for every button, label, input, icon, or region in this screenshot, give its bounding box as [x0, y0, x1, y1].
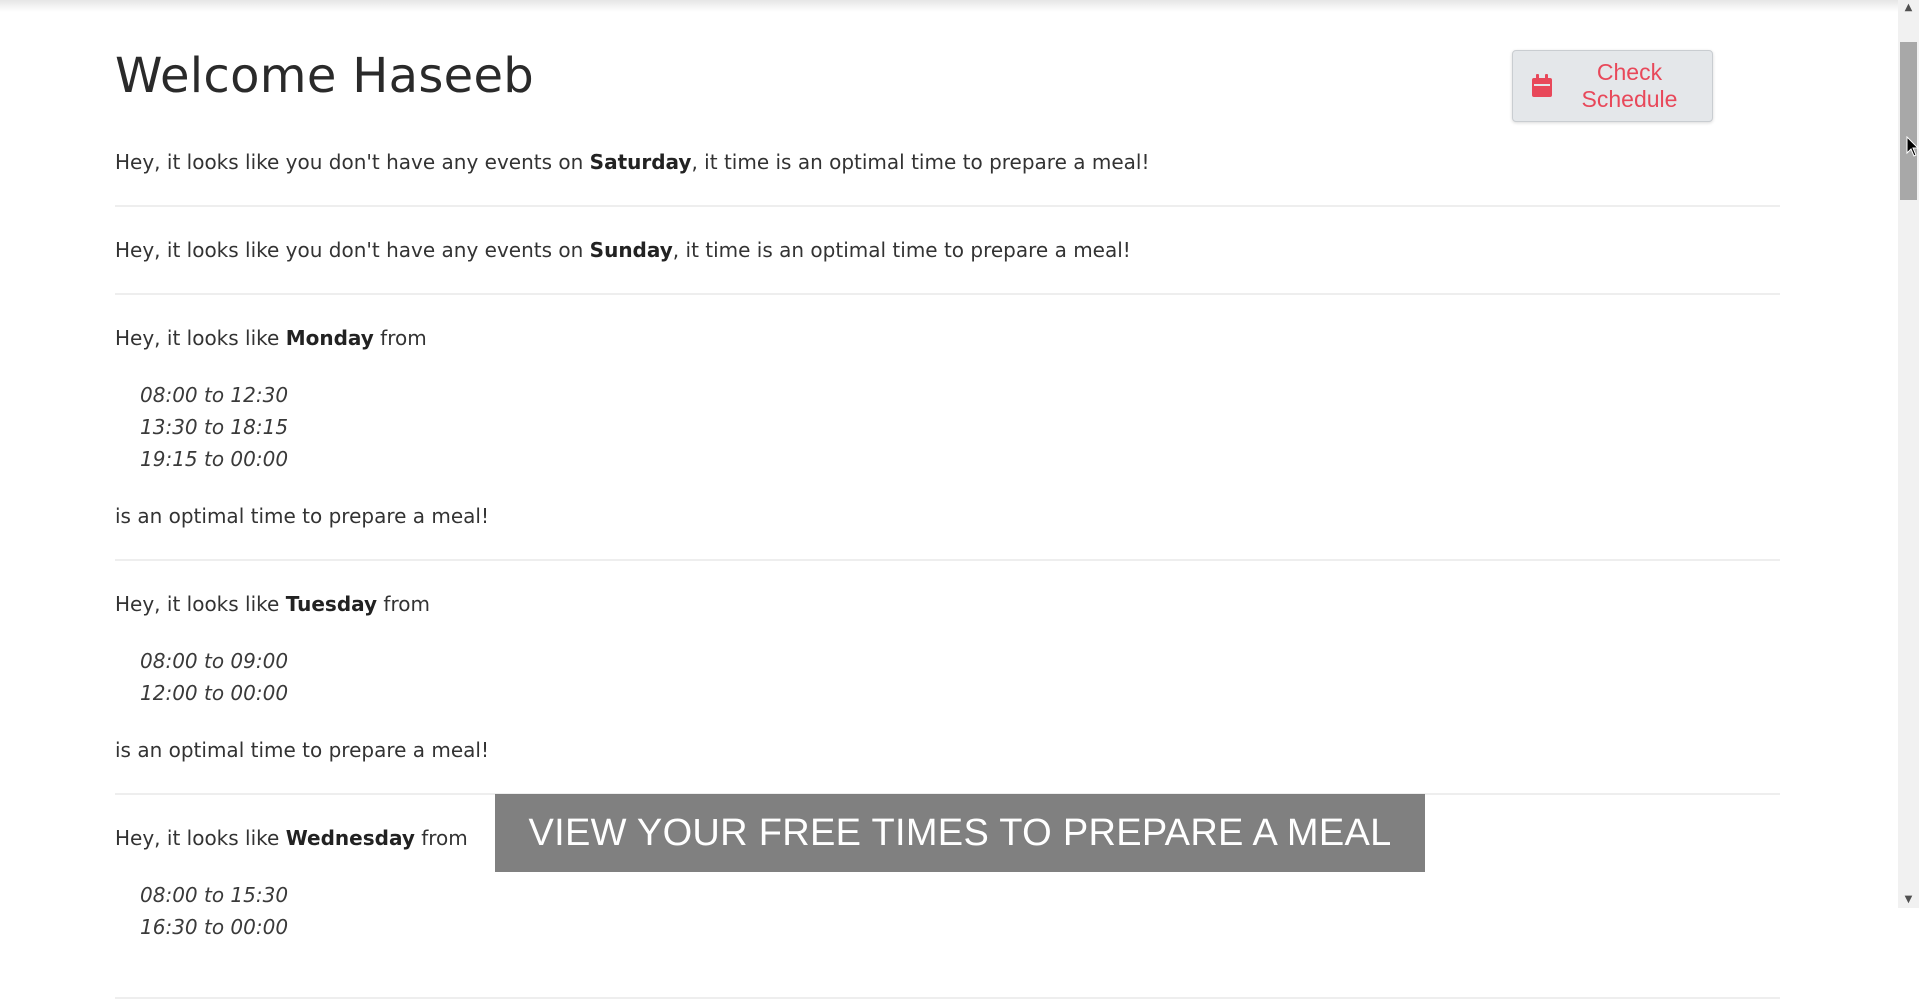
check-schedule-button[interactable]: Check Schedule [1512, 50, 1713, 122]
list-item-tuesday: Hey, it looks like Tuesday from 08:00 to… [115, 561, 1780, 795]
page-title: Welcome Haseeb [115, 48, 535, 104]
closing-text: is an optimal time to prepare a meal! [115, 504, 489, 528]
check-schedule-label: Check Schedule [1581, 59, 1678, 112]
scroll-thumb[interactable] [1900, 42, 1917, 200]
day-name: Monday [285, 326, 374, 350]
sentence-suffix: from [377, 592, 430, 616]
sentence-prefix: Hey, it looks like [115, 826, 286, 850]
scroll-up-arrow-icon[interactable]: ▲ [1898, 0, 1919, 16]
sentence-prefix: Hey, it looks like [115, 326, 286, 350]
list-item-monday: Hey, it looks like Monday from 08:00 to … [115, 295, 1780, 561]
time-ranges: 08:00 to 15:30 16:30 to 00:00 [140, 879, 1780, 943]
time-range: 08:00 to 15:30 [140, 883, 289, 907]
closing-text: is an optimal time to prepare a meal! [115, 738, 489, 762]
day-name: Sunday [589, 238, 673, 262]
sentence-prefix: Hey, it looks like you don't have any ev… [115, 150, 590, 174]
top-shadow [0, 0, 1898, 12]
video-caption: VIEW YOUR FREE TIMES TO PREPARE A MEAL [495, 794, 1425, 872]
event-sentence: Hey, it looks like you don't have any ev… [115, 235, 1780, 265]
day-name: Wednesday [285, 826, 415, 850]
sentence-suffix: , it time is an optimal time to prepare … [691, 150, 1150, 174]
event-sentence: Hey, it looks like Tuesday from [115, 589, 1780, 619]
sentence-prefix: Hey, it looks like [115, 592, 286, 616]
calendar-icon [1531, 74, 1553, 98]
sentence-prefix: Hey, it looks like you don't have any ev… [115, 238, 590, 262]
sentence-suffix: , it time is an optimal time to prepare … [672, 238, 1131, 262]
sentence-suffix: from [373, 326, 427, 350]
list-item-sunday: Hey, it looks like you don't have any ev… [115, 207, 1780, 295]
time-range: 08:00 to 12:30 [140, 383, 289, 407]
time-range: 08:00 to 09:00 [140, 649, 289, 673]
day-name: Tuesday [285, 592, 378, 616]
time-range: 19:15 to 00:00 [140, 447, 289, 471]
scroll-down-arrow-icon[interactable]: ▼ [1898, 892, 1919, 908]
time-ranges: 08:00 to 09:00 12:00 to 00:00 [140, 645, 1780, 709]
time-ranges: 08:00 to 12:30 13:30 to 18:15 19:15 to 0… [140, 379, 1780, 475]
time-range: 12:00 to 00:00 [140, 681, 289, 705]
day-name: Saturday [589, 150, 692, 174]
mouse-pointer-icon [1906, 135, 1919, 158]
event-sentence: Hey, it looks like Monday from [115, 323, 1780, 353]
list-item-saturday: Hey, it looks like you don't have any ev… [115, 145, 1780, 207]
event-sentence: Hey, it looks like you don't have any ev… [115, 147, 1780, 177]
time-range: 13:30 to 18:15 [140, 415, 289, 439]
sentence-suffix: from [414, 826, 468, 850]
time-range: 16:30 to 00:00 [140, 915, 289, 939]
